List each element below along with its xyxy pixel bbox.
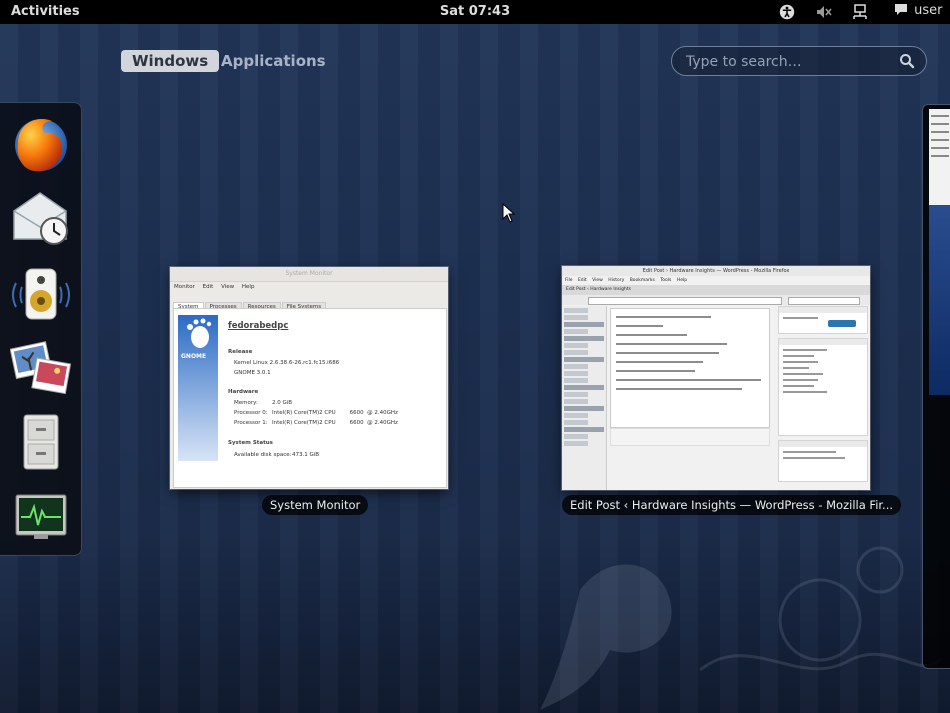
activities-button[interactable]: Activities xyxy=(11,4,80,19)
window-thumbnail-system-monitor[interactable]: System Monitor Monitor Edit View Help Sy… xyxy=(170,267,448,489)
user-menu[interactable]: user xyxy=(894,3,943,18)
evolution-mail-icon xyxy=(13,192,68,245)
menu-item: File xyxy=(565,278,573,283)
file-cabinet-icon xyxy=(23,414,59,470)
browser-search-box xyxy=(788,297,860,305)
memory-label: Memory: xyxy=(234,400,258,406)
post-tags-box xyxy=(778,440,868,482)
gnome-logo: GNOME xyxy=(178,315,218,461)
gnome-foot-icon xyxy=(187,318,212,348)
menu-item: Help xyxy=(676,278,688,283)
post-editor xyxy=(610,308,770,428)
window-caption-system-monitor[interactable]: System Monitor xyxy=(262,495,369,515)
search-icon[interactable] xyxy=(899,53,915,69)
clock[interactable]: Sat 07:43 xyxy=(440,4,510,19)
gnome-version: GNOME 3.0.1 xyxy=(234,370,271,376)
dash-item-evolution[interactable] xyxy=(10,187,72,249)
clock-container: Sat 07:43 xyxy=(0,4,950,19)
memory-value: 2.0 GiB xyxy=(272,400,293,406)
tab-applications[interactable]: Applications xyxy=(210,50,337,72)
dash-item-shotwell[interactable] xyxy=(9,337,72,399)
menu-item: Edit xyxy=(202,284,214,290)
menu-item: Bookmarks xyxy=(629,278,655,283)
disk-value: 473.1 GiB xyxy=(292,452,320,458)
menu-item: Edit xyxy=(577,278,587,283)
release-heading: Release xyxy=(228,349,253,355)
dash-item-files[interactable] xyxy=(10,411,72,473)
url-bar xyxy=(588,297,782,305)
user-name: user xyxy=(914,3,943,18)
update-button xyxy=(828,320,856,327)
hardware-heading: Hardware xyxy=(228,389,259,395)
status-heading: System Status xyxy=(228,440,273,446)
window-menubar: File Edit View History Bookmarks Tools H… xyxy=(562,276,870,285)
top-panel: Activities Sat 07:43 user xyxy=(0,0,950,24)
dash-item-rhythmbox[interactable] xyxy=(10,263,72,325)
hostname: fedorabedpc xyxy=(228,321,289,331)
dash xyxy=(0,102,82,556)
window-menubar: Monitor Edit View Help xyxy=(170,282,448,293)
categories-box xyxy=(778,338,868,436)
window-thumbnail-firefox[interactable]: Edit Post › Hardware Insights — WordPres… xyxy=(562,266,870,490)
cpu0-label: Processor 0: xyxy=(234,410,268,416)
volume-muted-icon[interactable] xyxy=(815,3,833,21)
menu-item: Help xyxy=(241,284,255,290)
kernel-version: Kernel Linux 2.6.38.6-26.rc1.fc15.i686 xyxy=(234,360,340,366)
window-titlebar: System Monitor xyxy=(170,267,448,282)
editor-status xyxy=(610,428,770,446)
navigation-bar xyxy=(562,295,870,305)
menu-item: Monitor xyxy=(174,284,195,290)
search-box xyxy=(671,46,927,76)
menu-item: View xyxy=(221,284,235,290)
menu-item: View xyxy=(592,278,603,283)
gnome-logo-text: GNOME xyxy=(181,353,207,360)
menu-item: History xyxy=(608,278,625,283)
window-caption-firefox[interactable]: Edit Post ‹ Hardware Insights — WordPres… xyxy=(562,495,902,515)
shotwell-photos-icon xyxy=(9,341,72,395)
mouse-pointer-icon xyxy=(502,203,516,223)
wordpress-admin-sidebar xyxy=(562,306,607,490)
cpu0-value: Intel(R) Core(TM)2 CPU 6600 @ 2.40GHz xyxy=(272,410,398,416)
system-pane: GNOME fedorabedpc Release Kernel Linux 2… xyxy=(173,308,447,488)
workspace-thumbnail-1[interactable] xyxy=(929,109,950,205)
tab-windows[interactable]: Windows xyxy=(121,50,220,72)
rhythmbox-icon xyxy=(12,268,70,320)
search-input[interactable] xyxy=(684,51,898,73)
dash-item-firefox[interactable] xyxy=(10,113,72,175)
background-bird-decoration xyxy=(540,546,940,710)
chat-icon xyxy=(895,4,907,15)
notebook-tabs: System Processes Resources File Systems xyxy=(173,293,448,312)
network-icon[interactable] xyxy=(852,3,868,21)
cpu1-value: Intel(R) Core(TM)2 CPU 6600 @ 2.40GHz xyxy=(272,420,398,426)
browser-tab: Edit Post ‹ Hardware Insights xyxy=(562,285,870,295)
dash-item-system-monitor[interactable] xyxy=(10,485,72,547)
accessibility-icon[interactable] xyxy=(779,3,795,21)
menu-item: Tools xyxy=(660,278,672,283)
system-monitor-icon xyxy=(15,494,67,539)
firefox-icon xyxy=(15,119,67,172)
window-titlebar: Edit Post › Hardware Insights — WordPres… xyxy=(562,266,870,276)
workspace-switcher[interactable] xyxy=(922,104,950,669)
disk-label: Available disk space: xyxy=(234,452,292,458)
workspace-thumbnail-2[interactable] xyxy=(929,205,950,395)
cpu1-label: Processor 1: xyxy=(234,420,268,426)
